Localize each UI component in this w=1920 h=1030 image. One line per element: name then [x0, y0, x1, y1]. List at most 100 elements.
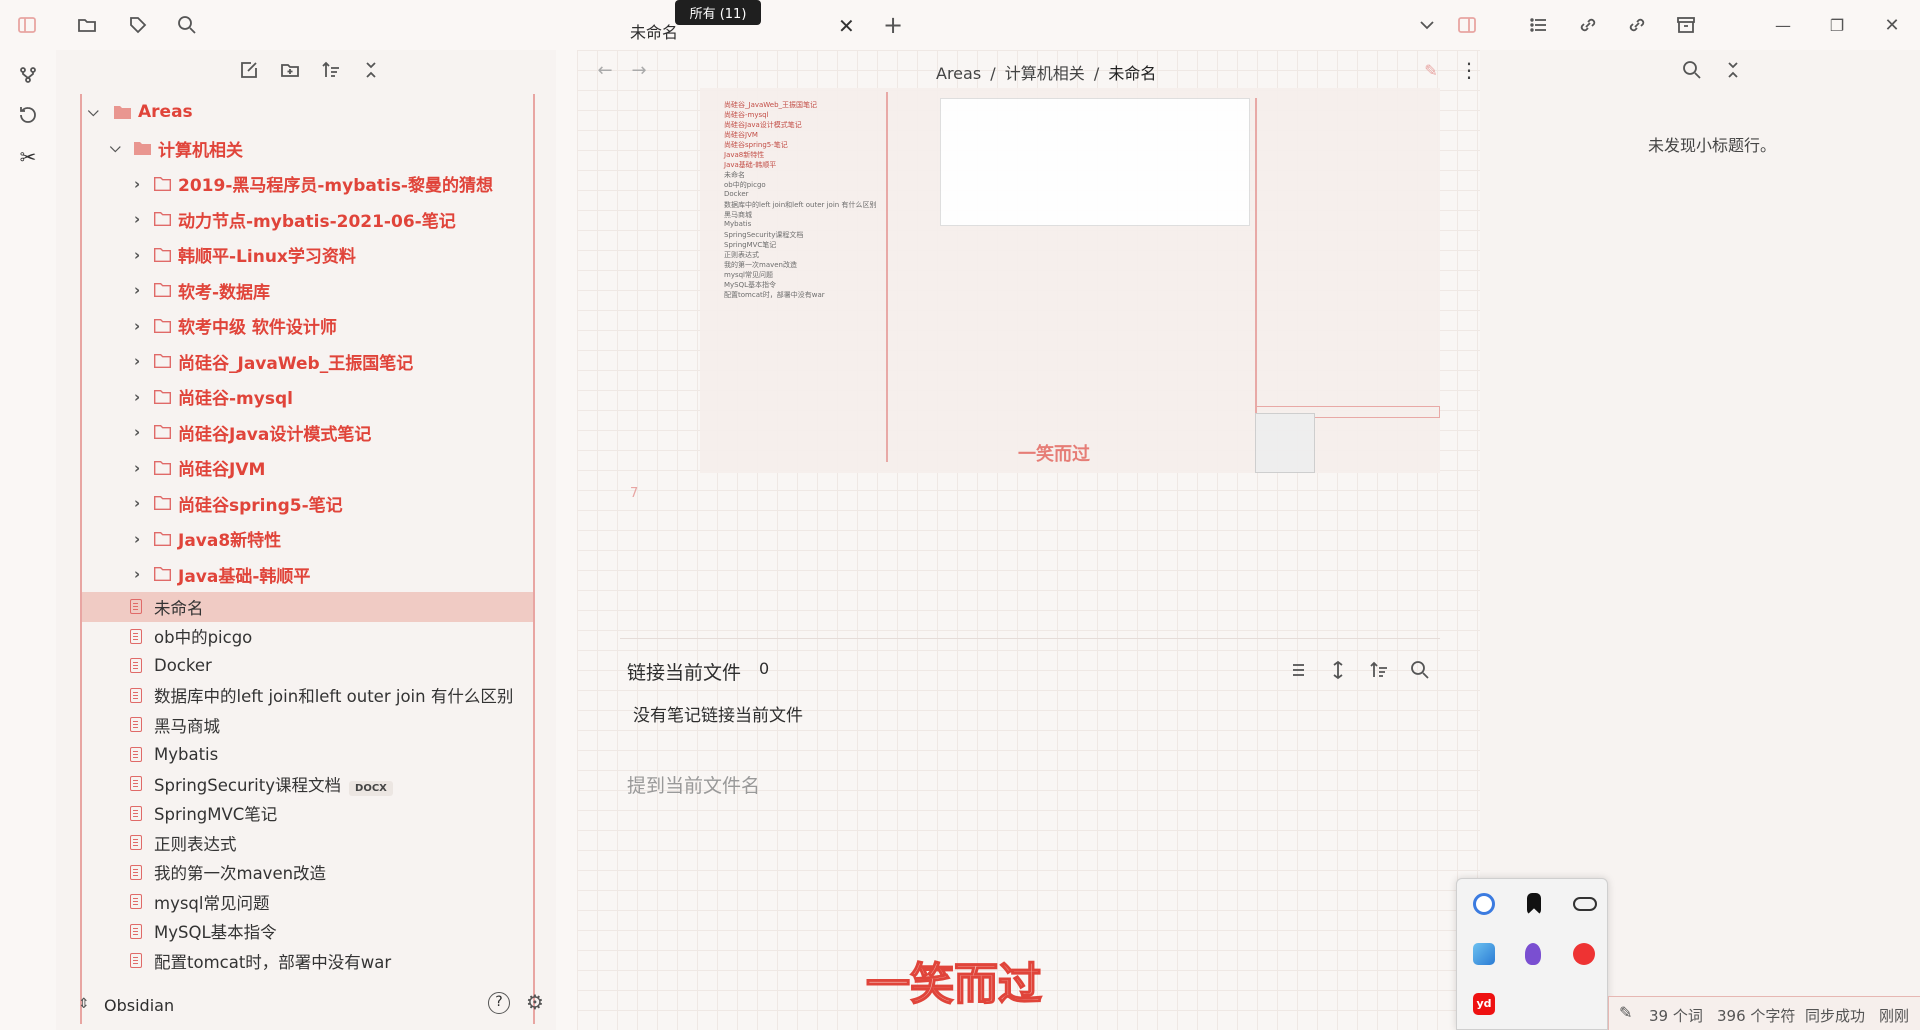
breadcrumb-areas[interactable]: Areas — [936, 64, 981, 83]
folder-item[interactable]: › 尚硅谷JVM — [82, 450, 533, 486]
graph-icon[interactable] — [13, 60, 43, 90]
outgoing-link-icon[interactable] — [1622, 10, 1652, 40]
edit-mode-icon[interactable]: ✎ — [1416, 55, 1446, 85]
chevron-right-icon[interactable]: › — [134, 494, 140, 512]
new-folder-icon[interactable] — [275, 55, 305, 85]
folder-item[interactable]: › 动力节点-mybatis-2021-06-笔记 — [82, 202, 533, 238]
folder-computer[interactable]: ⌵ 计算机相关 — [82, 130, 533, 166]
chevron-right-icon[interactable]: › — [134, 246, 140, 264]
minimize-icon[interactable]: — — [1768, 10, 1798, 40]
folder-item[interactable]: › 韩顺平-Linux学习资料 — [82, 237, 533, 273]
chevron-down-icon[interactable] — [1412, 10, 1442, 40]
file-item[interactable]: 黑马商城 — [82, 710, 533, 740]
chevron-right-icon[interactable]: › — [134, 281, 140, 299]
vault-switcher[interactable]: ⇕ Obsidian ? ⚙ — [56, 980, 556, 1030]
close-tab-icon[interactable]: ✕ — [838, 14, 855, 38]
folder-item[interactable]: › 尚硅谷_JavaWeb_王振国笔记 — [82, 344, 533, 380]
file-icon — [130, 864, 142, 880]
search-icon[interactable] — [172, 10, 202, 40]
file-item[interactable]: Docker — [82, 651, 533, 681]
sort-icon[interactable] — [1364, 655, 1394, 685]
restore-icon[interactable]: ❐ — [1822, 10, 1852, 40]
file-item[interactable]: SpringMVC笔记 — [82, 799, 533, 829]
help-icon[interactable]: ? — [488, 992, 510, 1014]
youdao-app-icon[interactable]: yd — [1473, 993, 1495, 1015]
file-item[interactable]: MySQL基本指令 — [82, 917, 533, 947]
history-icon[interactable] — [13, 100, 43, 130]
expand-icon[interactable] — [1323, 655, 1353, 685]
archive-icon[interactable] — [1671, 10, 1701, 40]
collapse-icon[interactable] — [1718, 55, 1748, 85]
tag-icon[interactable] — [123, 10, 153, 40]
file-item[interactable]: Mybatis — [82, 740, 533, 770]
vault-switch-icon[interactable]: ⇕ — [78, 996, 90, 1012]
settings-icon[interactable]: ⚙ — [526, 990, 544, 1014]
file-item[interactable]: 数据库中的left join和left outer join 有什么区别 — [82, 681, 533, 711]
chevron-right-icon[interactable]: › — [134, 530, 140, 548]
folder-icon[interactable] — [72, 10, 102, 40]
backlinks-title: 链接当前文件 — [627, 662, 742, 684]
file-item[interactable]: 正则表达式 — [82, 828, 533, 858]
file-item[interactable]: SpringSecurity课程文档 DOCX — [82, 769, 533, 799]
folder-icon — [154, 389, 171, 404]
chevron-right-icon[interactable]: › — [134, 175, 140, 193]
folder-item[interactable]: › 尚硅谷Java设计模式笔记 — [82, 415, 533, 451]
chevron-right-icon[interactable]: › — [134, 459, 140, 477]
bookmark-app-icon[interactable] — [1527, 893, 1541, 915]
folder-item[interactable]: › Java8新特性 — [82, 521, 533, 557]
folder-item[interactable]: › 尚硅谷spring5-笔记 — [82, 486, 533, 522]
new-tab-icon[interactable]: + — [878, 10, 908, 40]
mini-list-item: 尚硅谷spring5-笔记 — [724, 141, 788, 149]
close-window-icon[interactable]: ✕ — [1877, 10, 1907, 40]
file-item[interactable]: ob中的picgo — [82, 622, 533, 652]
breadcrumb-separator: / — [1093, 64, 1100, 83]
file-item[interactable]: 配置tomcat时，部署中没有war — [82, 946, 533, 976]
folder-item[interactable]: › Java基础-韩顺平 — [82, 557, 533, 593]
link-icon[interactable] — [1573, 10, 1603, 40]
pencil-icon[interactable]: ✎ — [1619, 1003, 1632, 1022]
mini-list-item: 尚硅谷Java设计模式笔记 — [724, 121, 802, 129]
sync-time: 刚刚 — [1879, 1007, 1910, 1025]
chevron-right-icon[interactable]: › — [134, 317, 140, 335]
chevron-right-icon[interactable]: › — [134, 388, 140, 406]
todo-app-icon[interactable] — [1473, 893, 1495, 915]
search-icon[interactable] — [1677, 55, 1707, 85]
folder-item[interactable]: › 尚硅谷-mysql — [82, 379, 533, 415]
list-icon[interactable] — [1282, 655, 1312, 685]
netease-music-icon[interactable] — [1573, 943, 1595, 965]
cloud-app-icon[interactable] — [1573, 897, 1597, 911]
chevron-down-icon[interactable]: ⌵ — [110, 140, 126, 156]
system-tray-popup: yd — [1456, 878, 1608, 1030]
mentions-title[interactable]: 提到当前文件名 — [627, 771, 760, 798]
backlinks-count: 0 — [759, 659, 770, 678]
right-sidebar-toggle-icon[interactable] — [1452, 10, 1482, 40]
back-arrow-icon[interactable]: ← — [590, 55, 620, 85]
folder-areas[interactable]: ⌵ Areas — [82, 94, 533, 130]
mini-list-item: SpringSecurity课程文档 — [724, 231, 804, 239]
photo-app-icon[interactable] — [1473, 943, 1495, 965]
folder-item[interactable]: › 软考中级 软件设计师 — [82, 308, 533, 344]
file-item[interactable]: mysql常见问题 — [82, 887, 533, 917]
new-note-icon[interactable] — [234, 55, 264, 85]
folder-item[interactable]: › 2019-黑马程序员-mybatis-黎曼的猜想 — [82, 166, 533, 202]
chevron-down-icon[interactable]: ⌵ — [88, 104, 104, 120]
chevron-right-icon[interactable]: › — [134, 352, 140, 370]
file-item[interactable]: 我的第一次maven改造 — [82, 858, 533, 888]
folder-item[interactable]: › 软考-数据库 — [82, 273, 533, 309]
file-item[interactable]: 未命名 — [82, 592, 533, 622]
chevron-right-icon[interactable]: › — [134, 210, 140, 228]
forward-arrow-icon[interactable]: → — [624, 55, 654, 85]
file-label: Mybatis — [154, 744, 219, 764]
folder-label: 尚硅谷-mysql — [178, 389, 293, 410]
search-icon[interactable] — [1405, 655, 1435, 685]
list-icon[interactable] — [1524, 10, 1554, 40]
sync-status[interactable]: 同步成功 — [1805, 1005, 1865, 1026]
sidebar-toggle-icon[interactable] — [12, 10, 42, 40]
breadcrumb-folder[interactable]: 计算机相关 — [1005, 64, 1085, 83]
chevron-right-icon[interactable]: › — [134, 565, 140, 583]
chevron-right-icon[interactable]: › — [134, 423, 140, 441]
obsidian-app-icon[interactable] — [1525, 943, 1541, 965]
collapse-all-icon[interactable] — [356, 55, 386, 85]
tools-icon[interactable]: ✂ — [13, 142, 43, 172]
sort-icon[interactable] — [316, 55, 346, 85]
